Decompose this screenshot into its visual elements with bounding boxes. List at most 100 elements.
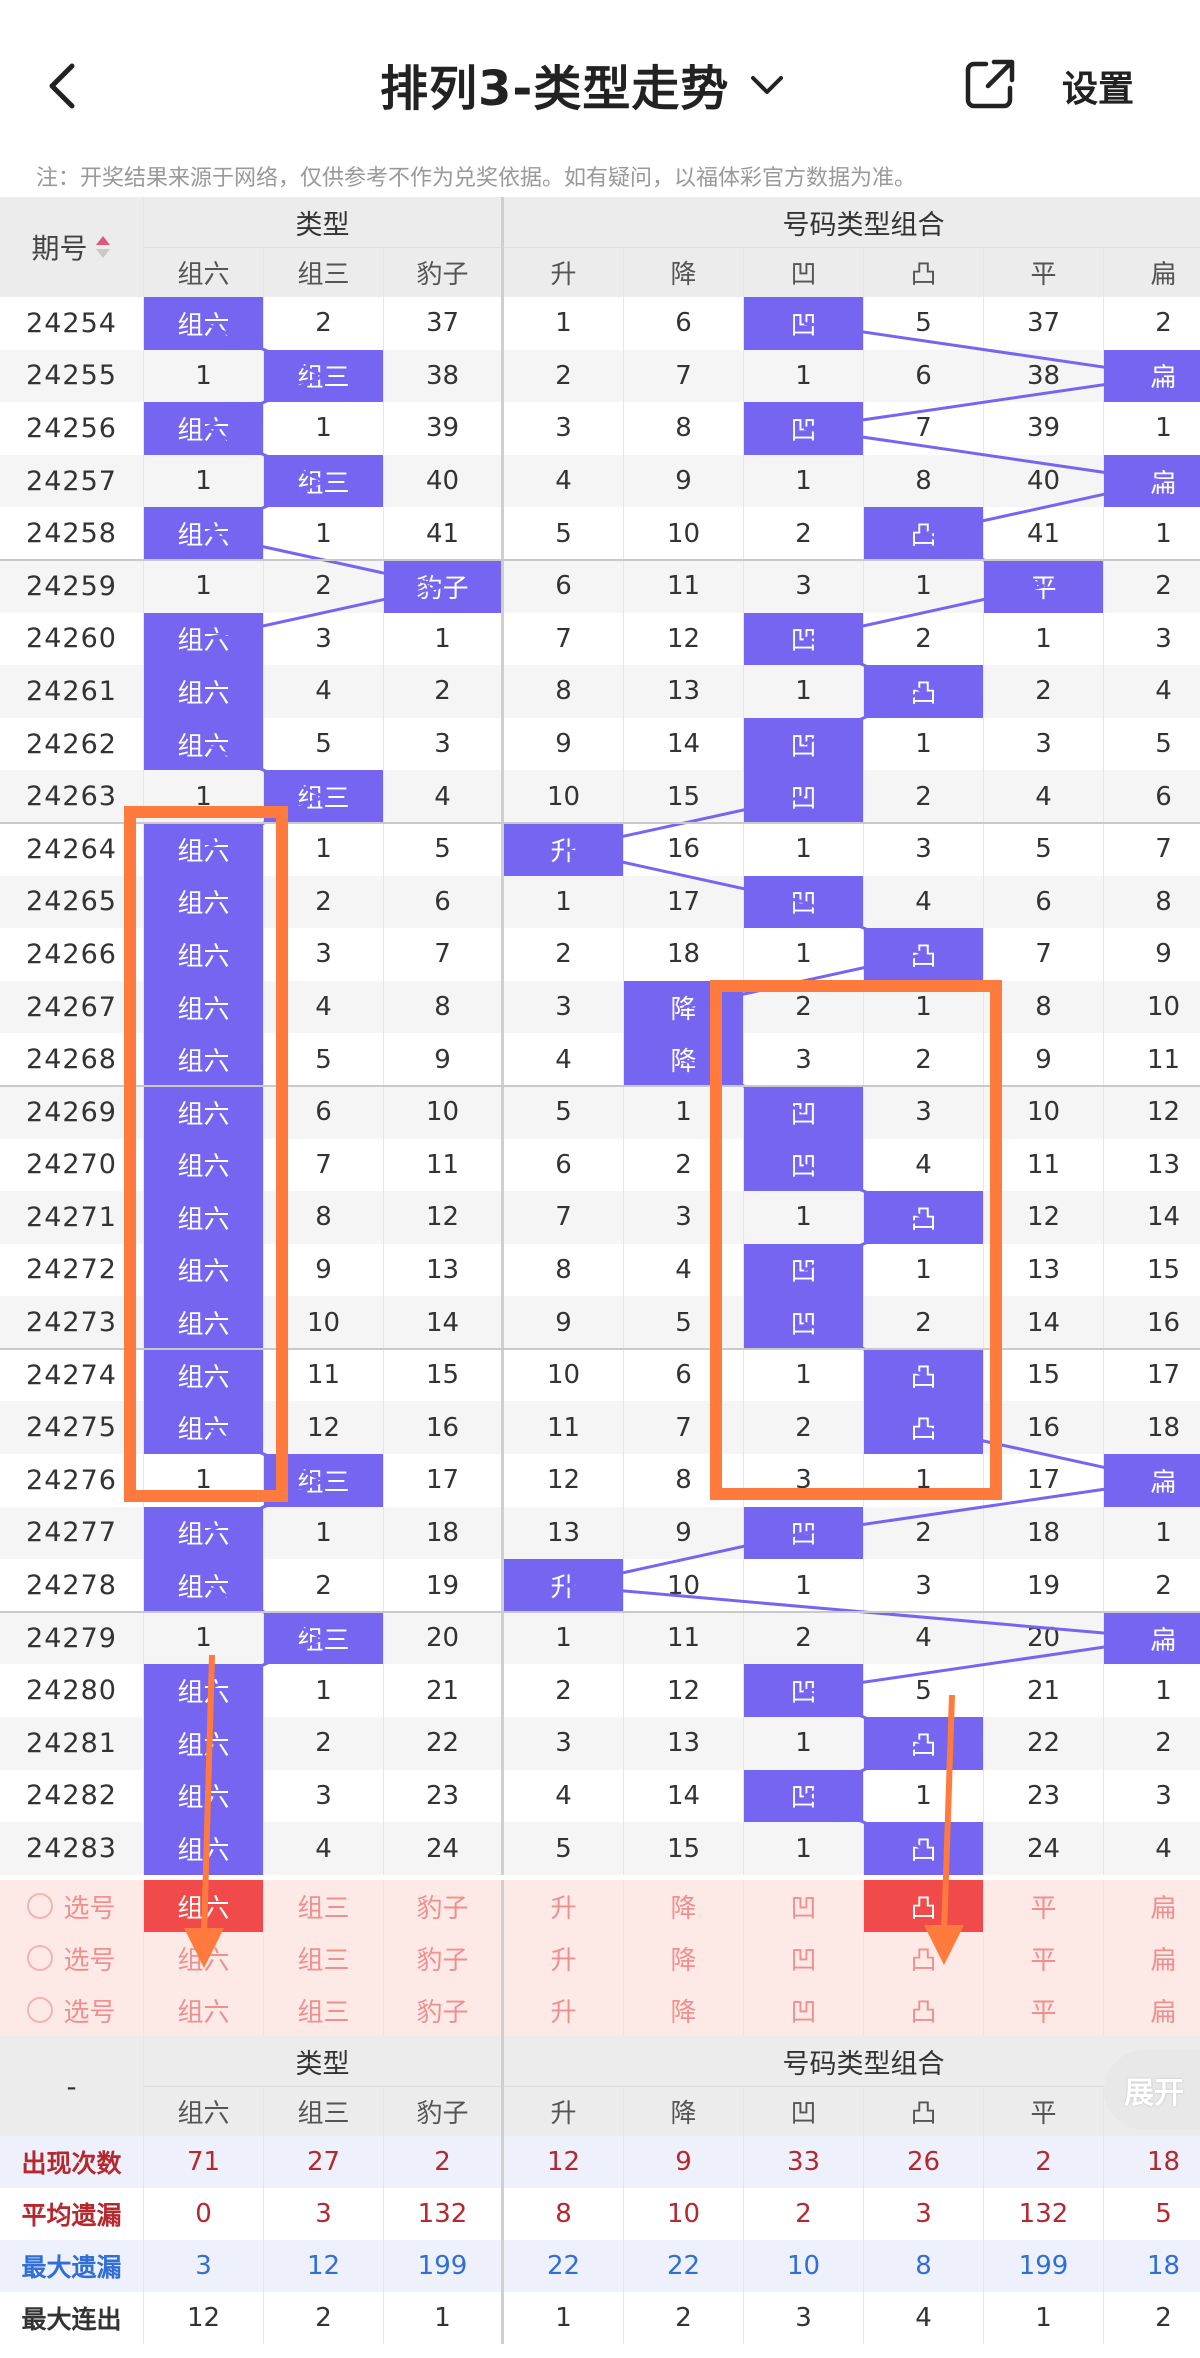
col-header-col-0[interactable]: 组六 <box>144 247 264 297</box>
summary-col-header-col-4[interactable]: 降 <box>624 2086 744 2136</box>
pick-option-3[interactable]: 升 <box>504 1880 624 1932</box>
hit-cell: 组六 <box>144 1348 264 1402</box>
col-header-col-2[interactable]: 豹子 <box>384 247 504 297</box>
period-number: 24261 <box>0 665 144 718</box>
title-dropdown[interactable]: 排列3-类型走势 <box>380 48 787 120</box>
miss-count: 15 <box>1104 1243 1200 1297</box>
miss-count: 3 <box>504 980 624 1034</box>
miss-count: 2 <box>744 507 864 560</box>
stat-value: 27 <box>264 2136 384 2188</box>
pick-option-1[interactable]: 组三 <box>264 1880 384 1932</box>
expand-button[interactable]: 展开 <box>1104 2050 1200 2130</box>
pick-option-8[interactable]: 扁 <box>1104 1932 1200 1984</box>
expand-label: 展开 <box>1124 2076 1184 2111</box>
period-number: 24262 <box>0 717 144 771</box>
miss-count: 5 <box>864 297 984 350</box>
radio-icon[interactable] <box>27 1893 54 1919</box>
pick-option-3[interactable]: 升 <box>504 1932 624 1984</box>
pick-option-2[interactable]: 豹子 <box>384 1984 504 2036</box>
hit-cell: 组六 <box>144 1296 264 1349</box>
stat-value: 12 <box>264 2240 384 2292</box>
summary-col-header-col-6[interactable]: 凸 <box>864 2086 984 2136</box>
miss-count: 11 <box>504 1401 624 1455</box>
miss-count: 4 <box>1104 1822 1200 1875</box>
pick-option-0[interactable]: 组六 <box>144 1932 264 1984</box>
summary-corner: - <box>0 2036 144 2136</box>
miss-count: 12 <box>1104 1085 1200 1139</box>
pick-option-5[interactable]: 凹 <box>744 1880 864 1932</box>
hit-cell: 扁 <box>1104 349 1200 403</box>
pick-option-8[interactable]: 扁 <box>1104 1880 1200 1932</box>
pick-row-label[interactable]: 选号 <box>0 1932 144 1984</box>
radio-icon[interactable] <box>27 1997 54 2023</box>
pick-option-6[interactable]: 凸 <box>864 1932 984 1984</box>
pick-option-4[interactable]: 降 <box>624 1880 744 1932</box>
col-header-col-3[interactable]: 升 <box>504 247 624 297</box>
period-header[interactable]: 期号 <box>0 197 144 297</box>
back-button[interactable] <box>38 56 88 116</box>
hit-cell: 凸 <box>864 1717 984 1770</box>
pick-row-label[interactable]: 选号 <box>0 1984 144 2036</box>
miss-count: 2 <box>744 1611 864 1665</box>
pick-option-1[interactable]: 组三 <box>264 1932 384 1984</box>
period-number: 24254 <box>0 297 144 350</box>
pick-option-5[interactable]: 凹 <box>744 1984 864 2036</box>
stat-value: 5 <box>1104 2188 1200 2240</box>
miss-count: 14 <box>624 1769 744 1823</box>
pick-option-2[interactable]: 豹子 <box>384 1932 504 1984</box>
miss-count: 2 <box>264 297 384 350</box>
period-number: 24278 <box>0 1559 144 1612</box>
pick-option-5[interactable]: 凹 <box>744 1932 864 1984</box>
pick-option-7[interactable]: 平 <box>984 1932 1104 1984</box>
hit-cell: 组六 <box>144 612 264 666</box>
miss-count: 2 <box>864 1033 984 1086</box>
pick-option-7[interactable]: 平 <box>984 1984 1104 2036</box>
miss-count: 8 <box>504 665 624 718</box>
miss-count: 10 <box>624 507 744 560</box>
summary-col-header-col-5[interactable]: 凹 <box>744 2086 864 2136</box>
share-button[interactable] <box>960 54 1020 114</box>
pick-option-8[interactable]: 扁 <box>1104 1984 1200 2036</box>
pick-option-2[interactable]: 豹子 <box>384 1880 504 1932</box>
miss-count: 11 <box>984 1138 1104 1192</box>
period-number: 24274 <box>0 1348 144 1402</box>
table-header: 期号 类型 号码类型组合 组六 组三 豹子升降凹凸平扁 <box>0 197 1200 297</box>
hit-cell: 凹 <box>744 612 864 666</box>
miss-count: 10 <box>504 770 624 823</box>
miss-count: 23 <box>384 1769 504 1823</box>
hit-cell: 组六 <box>144 1243 264 1297</box>
miss-count: 17 <box>384 1454 504 1507</box>
hit-cell: 凸 <box>864 1191 984 1244</box>
summary-col-header-col-0[interactable]: 组六 <box>144 2086 264 2136</box>
pick-option-0[interactable]: 组六 <box>144 1984 264 2036</box>
col-header-col-7[interactable]: 平 <box>984 247 1104 297</box>
col-header-col-6[interactable]: 凸 <box>864 247 984 297</box>
miss-count: 1 <box>144 1454 264 1507</box>
hit-cell: 组六 <box>144 1401 264 1455</box>
summary-col-header-col-7[interactable]: 平 <box>984 2086 1104 2136</box>
stat-value: 1 <box>984 2292 1104 2344</box>
summary-col-header-col-1[interactable]: 组三 <box>264 2086 384 2136</box>
pick-option-4[interactable]: 降 <box>624 1932 744 1984</box>
col-header-col-5[interactable]: 凹 <box>744 247 864 297</box>
col-header-col-8[interactable]: 扁 <box>1104 247 1200 297</box>
summary-col-header-col-2[interactable]: 豹子 <box>384 2086 504 2136</box>
pick-option-6[interactable]: 凸 <box>864 1880 984 1932</box>
pick-row-label[interactable]: 选号 <box>0 1880 144 1932</box>
stat-value: 2 <box>984 2136 1104 2188</box>
pick-option-3[interactable]: 升 <box>504 1984 624 2036</box>
col-header-col-1[interactable]: 组三 <box>264 247 384 297</box>
miss-count: 19 <box>984 1559 1104 1612</box>
settings-button[interactable]: 设置 <box>1062 60 1134 112</box>
col-header-col-4[interactable]: 降 <box>624 247 744 297</box>
pick-option-7[interactable]: 平 <box>984 1880 1104 1932</box>
summary-col-header-col-3[interactable]: 升 <box>504 2086 624 2136</box>
miss-count: 2 <box>264 1559 384 1612</box>
pick-option-6[interactable]: 凸 <box>864 1984 984 2036</box>
pick-option-0[interactable]: 组六 <box>144 1880 264 1932</box>
pick-option-1[interactable]: 组三 <box>264 1984 384 2036</box>
radio-icon[interactable] <box>27 1945 54 1971</box>
hit-cell: 凹 <box>744 1664 864 1718</box>
pick-option-4[interactable]: 降 <box>624 1984 744 2036</box>
miss-count: 8 <box>864 454 984 508</box>
